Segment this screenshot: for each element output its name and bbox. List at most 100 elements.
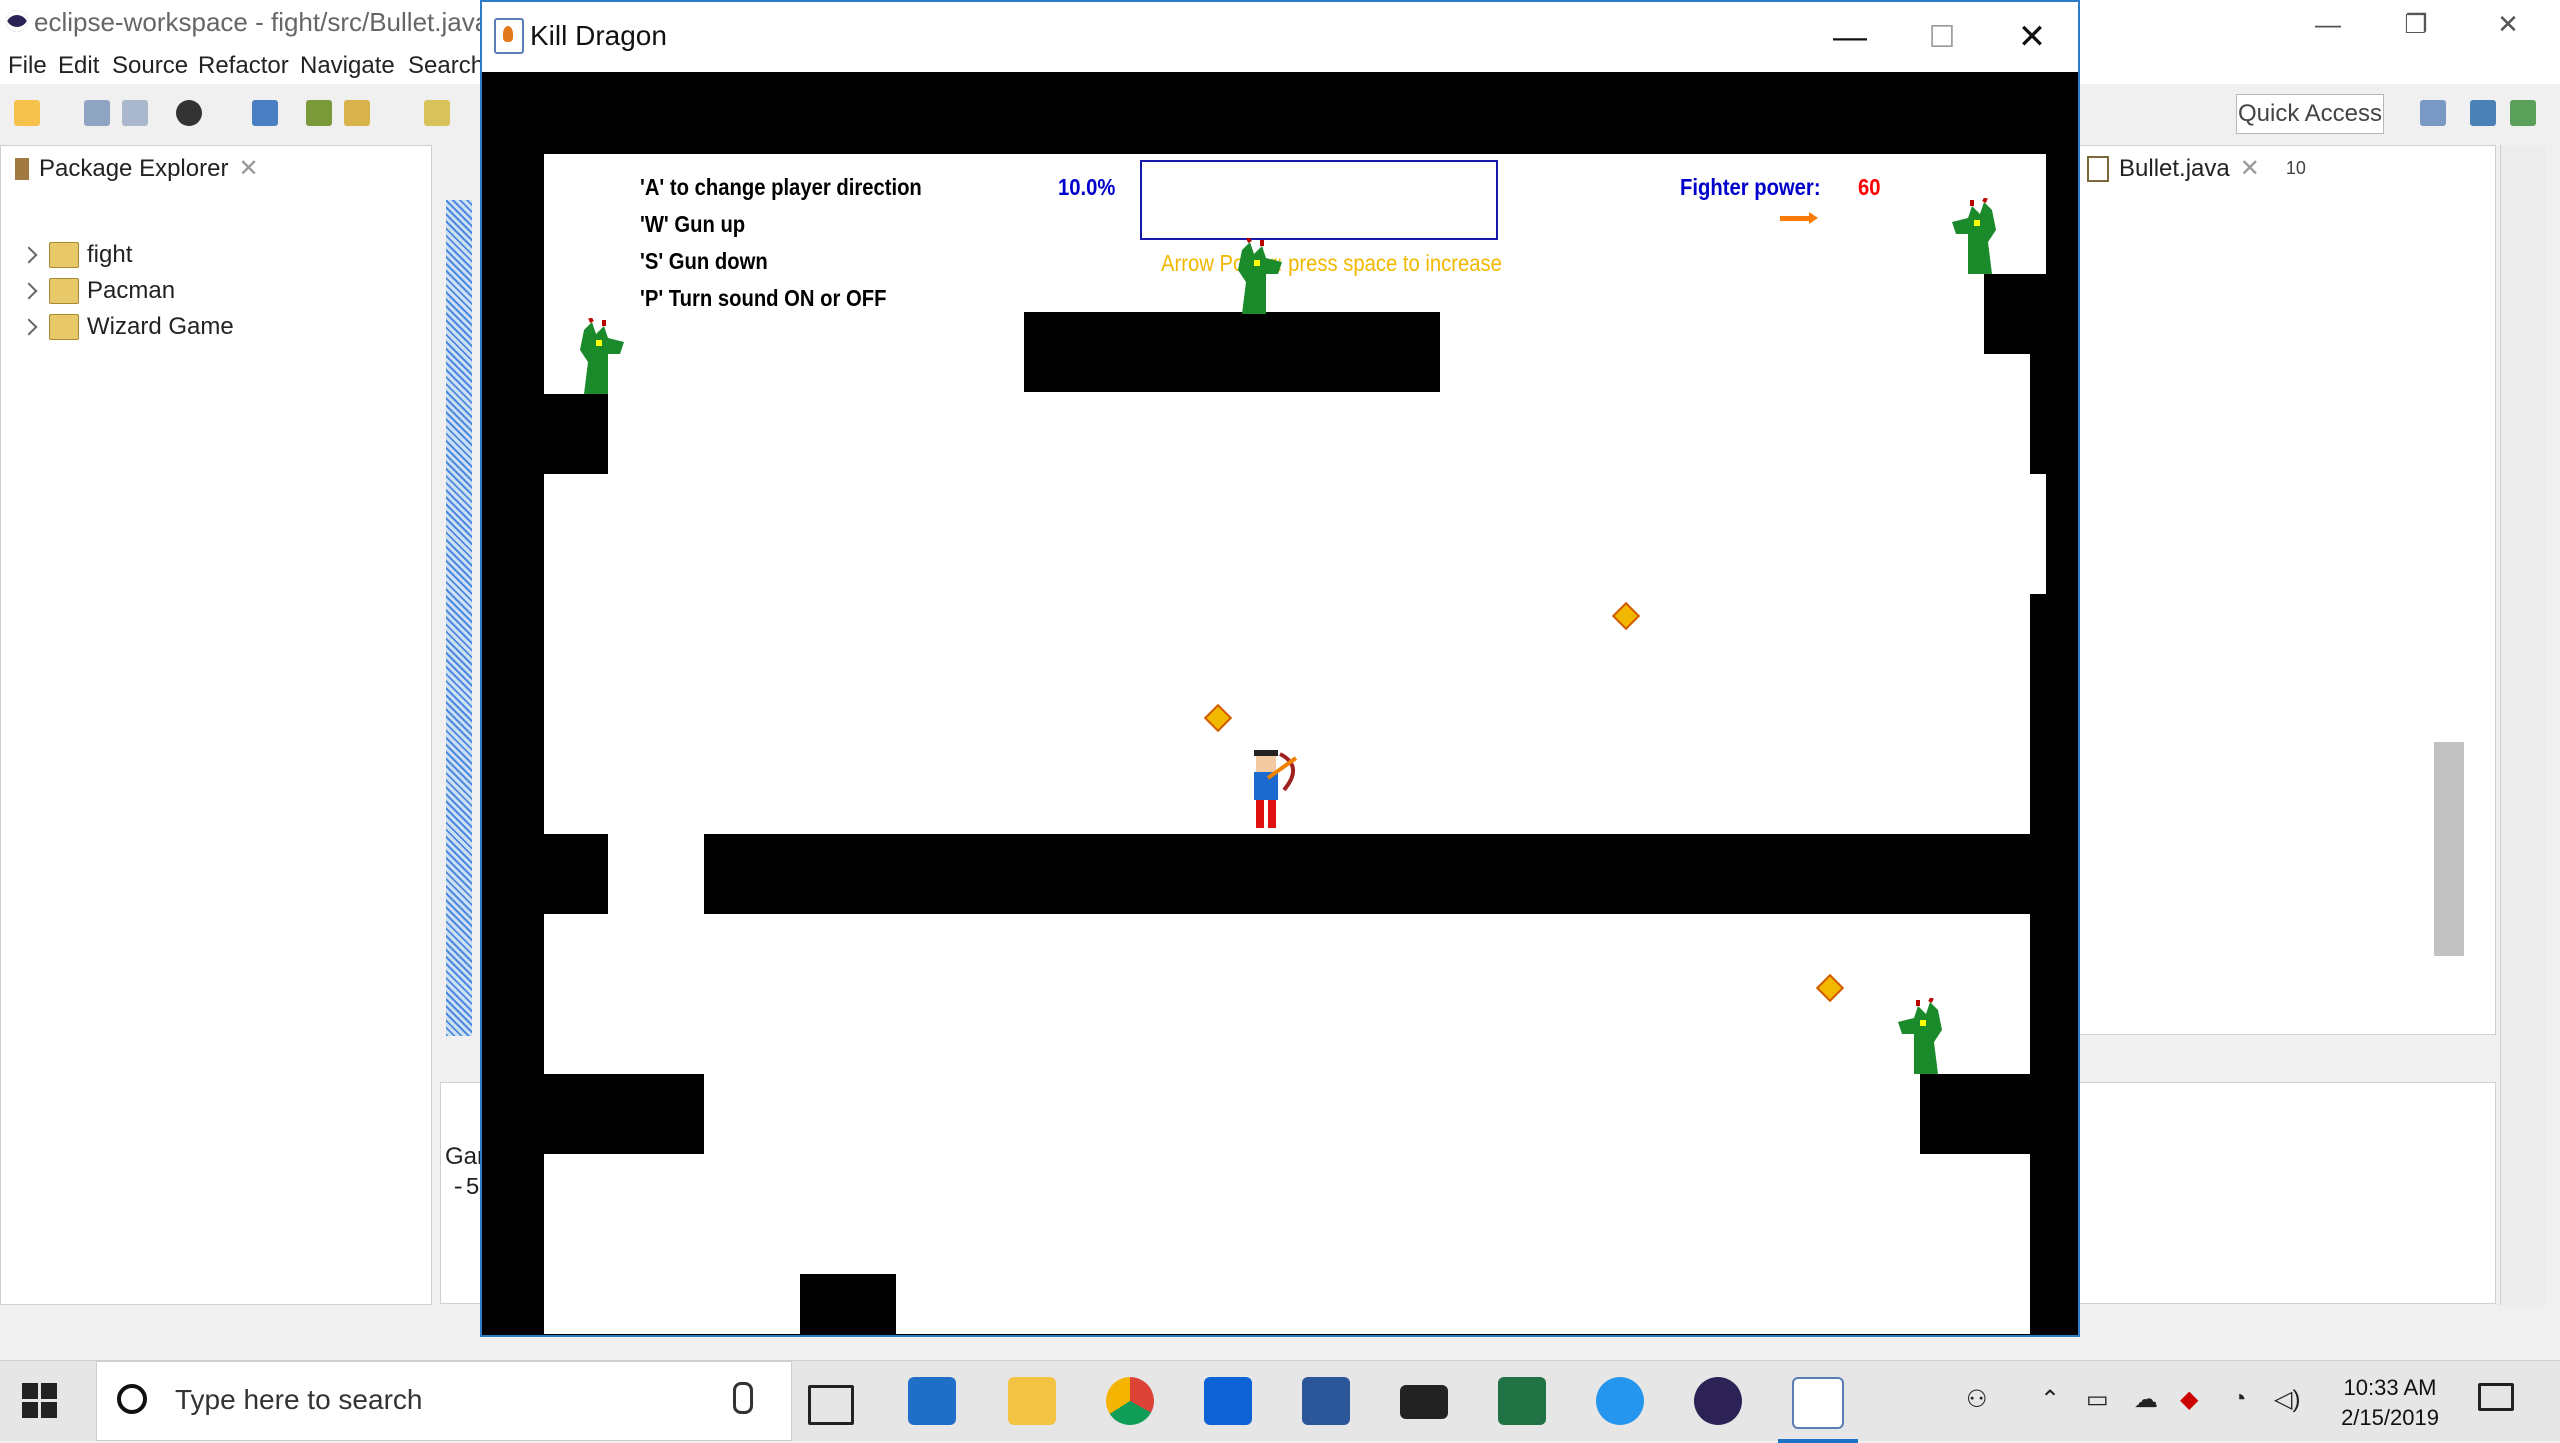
- action-center-icon[interactable]: [2478, 1383, 2514, 1411]
- dragon-sprite: [580, 318, 624, 394]
- eclipse-restore-button[interactable]: ❐: [2376, 0, 2456, 48]
- fireball-icon: [1611, 601, 1641, 631]
- volume-icon[interactable]: ◁): [2274, 1385, 2300, 1414]
- fireball-icon: [1815, 973, 1845, 1003]
- editor-overflow-count[interactable]: 10: [2286, 158, 2306, 179]
- windows-start-button[interactable]: [22, 1383, 58, 1419]
- outlook-icon[interactable]: [908, 1377, 956, 1425]
- tree-item-pacman[interactable]: Pacman: [20, 277, 175, 305]
- fighter-arrow-icon: [1780, 212, 1818, 224]
- eclipse-close-button[interactable]: ✕: [2468, 0, 2548, 48]
- taskbar-clock[interactable]: 10:33 AM 2/15/2019: [2320, 1373, 2460, 1433]
- fighter-power-label: Fighter power:: [1680, 174, 1821, 200]
- dragon-sprite: [1952, 198, 1996, 274]
- package-explorer-label: Package Explorer: [39, 154, 229, 182]
- arrow-power-percent: 10.0%: [1058, 174, 1116, 200]
- game-window-title: Kill Dragon: [530, 20, 667, 51]
- debug-perspective-icon[interactable]: [2510, 100, 2536, 126]
- java-perspective-icon[interactable]: [2470, 100, 2496, 126]
- platform-main: [704, 834, 2046, 914]
- menu-search[interactable]: Search: [408, 52, 484, 80]
- file-explorer-icon[interactable]: [1008, 1377, 1056, 1425]
- game-minimize-button[interactable]: —: [1804, 2, 1896, 72]
- new-icon[interactable]: [14, 100, 40, 126]
- project-name: Wizard Game: [87, 313, 234, 340]
- ledge-right-upper: [1984, 274, 2046, 354]
- close-icon[interactable]: ✕: [238, 154, 258, 183]
- microphone-icon[interactable]: [733, 1382, 753, 1414]
- mark-occurrences-icon[interactable]: [344, 100, 370, 126]
- chevron-right-icon[interactable]: [20, 246, 38, 264]
- quick-access-field[interactable]: Quick Access: [2236, 94, 2384, 134]
- package-explorer-panel: Package Explorer ✕ fight Pacman Wizard G…: [0, 145, 432, 1305]
- project-name: fight: [87, 241, 133, 268]
- search-placeholder: Type here to search: [175, 1384, 423, 1415]
- console-tab-label: Gar: [445, 1143, 486, 1170]
- save-all-icon[interactable]: [122, 100, 148, 126]
- save-icon[interactable]: [84, 100, 110, 126]
- windows-taskbar: Type here to search ⚇ ⌃ ▭ ☁ ◆ ◔ ◁) 10:33…: [0, 1360, 2560, 1443]
- menu-file[interactable]: File: [8, 52, 47, 80]
- dropbox-icon[interactable]: [1204, 1377, 1252, 1425]
- arrow-power-hint: Arrow Power: press space to increase: [1161, 250, 1502, 276]
- eclipse-window-title: eclipse-workspace - fight/src/Bullet.jav…: [34, 7, 506, 37]
- cortana-icon[interactable]: [117, 1384, 147, 1414]
- editor-tab-bullet[interactable]: Bullet.java ✕ 10: [2087, 154, 2306, 183]
- skip-breakpoints-icon[interactable]: [252, 100, 278, 126]
- menu-edit[interactable]: Edit: [58, 52, 99, 80]
- chevron-right-icon[interactable]: [20, 282, 38, 300]
- open-perspective-icon[interactable]: [2420, 100, 2446, 126]
- ledge-left-lower: [544, 1074, 704, 1154]
- ledge-left-upper: [544, 394, 608, 474]
- eclipse-minimize-button[interactable]: —: [2288, 0, 2368, 48]
- dragon-sprite: [1898, 998, 1942, 1074]
- fireball-icon: [1203, 703, 1233, 733]
- java-app-icon: [494, 18, 524, 54]
- java-file-icon: [2087, 155, 2109, 182]
- package-explorer-tab[interactable]: Package Explorer ✕: [15, 154, 259, 183]
- dragon-sprite: [1238, 238, 1282, 314]
- game-close-button[interactable]: ✕: [1986, 2, 2078, 72]
- run-profile-icon[interactable]: [176, 100, 202, 126]
- floor-block: [800, 1274, 896, 1334]
- game-maximize-button[interactable]: ☐: [1896, 2, 1988, 72]
- wifi-icon[interactable]: ◔: [2232, 1385, 2247, 1413]
- menu-refactor[interactable]: Refactor: [198, 52, 289, 80]
- open-type-icon[interactable]: [306, 100, 332, 126]
- onedrive-icon[interactable]: ☁: [2134, 1385, 2158, 1414]
- editor-ruler: [446, 200, 472, 1036]
- editor-scrollbar-thumb[interactable]: [2434, 742, 2464, 956]
- project-icon: [49, 242, 79, 268]
- excel-icon[interactable]: [1498, 1377, 1546, 1425]
- eclipse-right-toolbar: [2500, 145, 2545, 1305]
- fighter-power-value: 60: [1858, 174, 1881, 200]
- tree-item-fight[interactable]: fight: [20, 241, 133, 269]
- tree-item-wizard-game[interactable]: Wizard Game: [20, 313, 234, 341]
- editor-right-panel: Bullet.java ✕ 10: [2076, 145, 2496, 1035]
- help-gun-up: 'W' Gun up: [640, 211, 746, 237]
- battery-icon[interactable]: ▭: [2086, 1385, 2109, 1414]
- console-line: -5: [451, 1175, 480, 1202]
- java-taskbar-icon[interactable]: [1778, 1377, 1858, 1443]
- platform-top-center: [1024, 312, 1440, 392]
- dropbox-tray-icon[interactable]: ◆: [2180, 1385, 2198, 1414]
- mail-icon[interactable]: [1400, 1385, 1448, 1419]
- game-canvas[interactable]: 'A' to change player direction 'W' Gun u…: [544, 154, 2046, 1334]
- taskbar-search-box[interactable]: Type here to search: [96, 1361, 792, 1441]
- game-title-bar: Kill Dragon — ☐ ✕: [482, 2, 2078, 72]
- chevron-right-icon[interactable]: [20, 318, 38, 336]
- people-icon[interactable]: ⚇: [1966, 1385, 1988, 1414]
- task-view-icon[interactable]: [808, 1385, 854, 1425]
- close-icon[interactable]: ✕: [2240, 154, 2260, 183]
- player-archer-sprite: [1254, 750, 1298, 828]
- chevron-up-icon[interactable]: ⌃: [2040, 1385, 2060, 1414]
- toolbar-misc-icon[interactable]: [424, 100, 450, 126]
- eclipse-taskbar-icon[interactable]: [1694, 1377, 1742, 1425]
- menu-navigate[interactable]: Navigate: [300, 52, 395, 80]
- menu-source[interactable]: Source: [112, 52, 188, 80]
- eclipse-logo-icon: [6, 10, 28, 32]
- project-icon: [49, 314, 79, 340]
- docker-icon[interactable]: [1596, 1377, 1644, 1425]
- chrome-icon[interactable]: [1106, 1377, 1154, 1425]
- word-icon[interactable]: [1302, 1377, 1350, 1425]
